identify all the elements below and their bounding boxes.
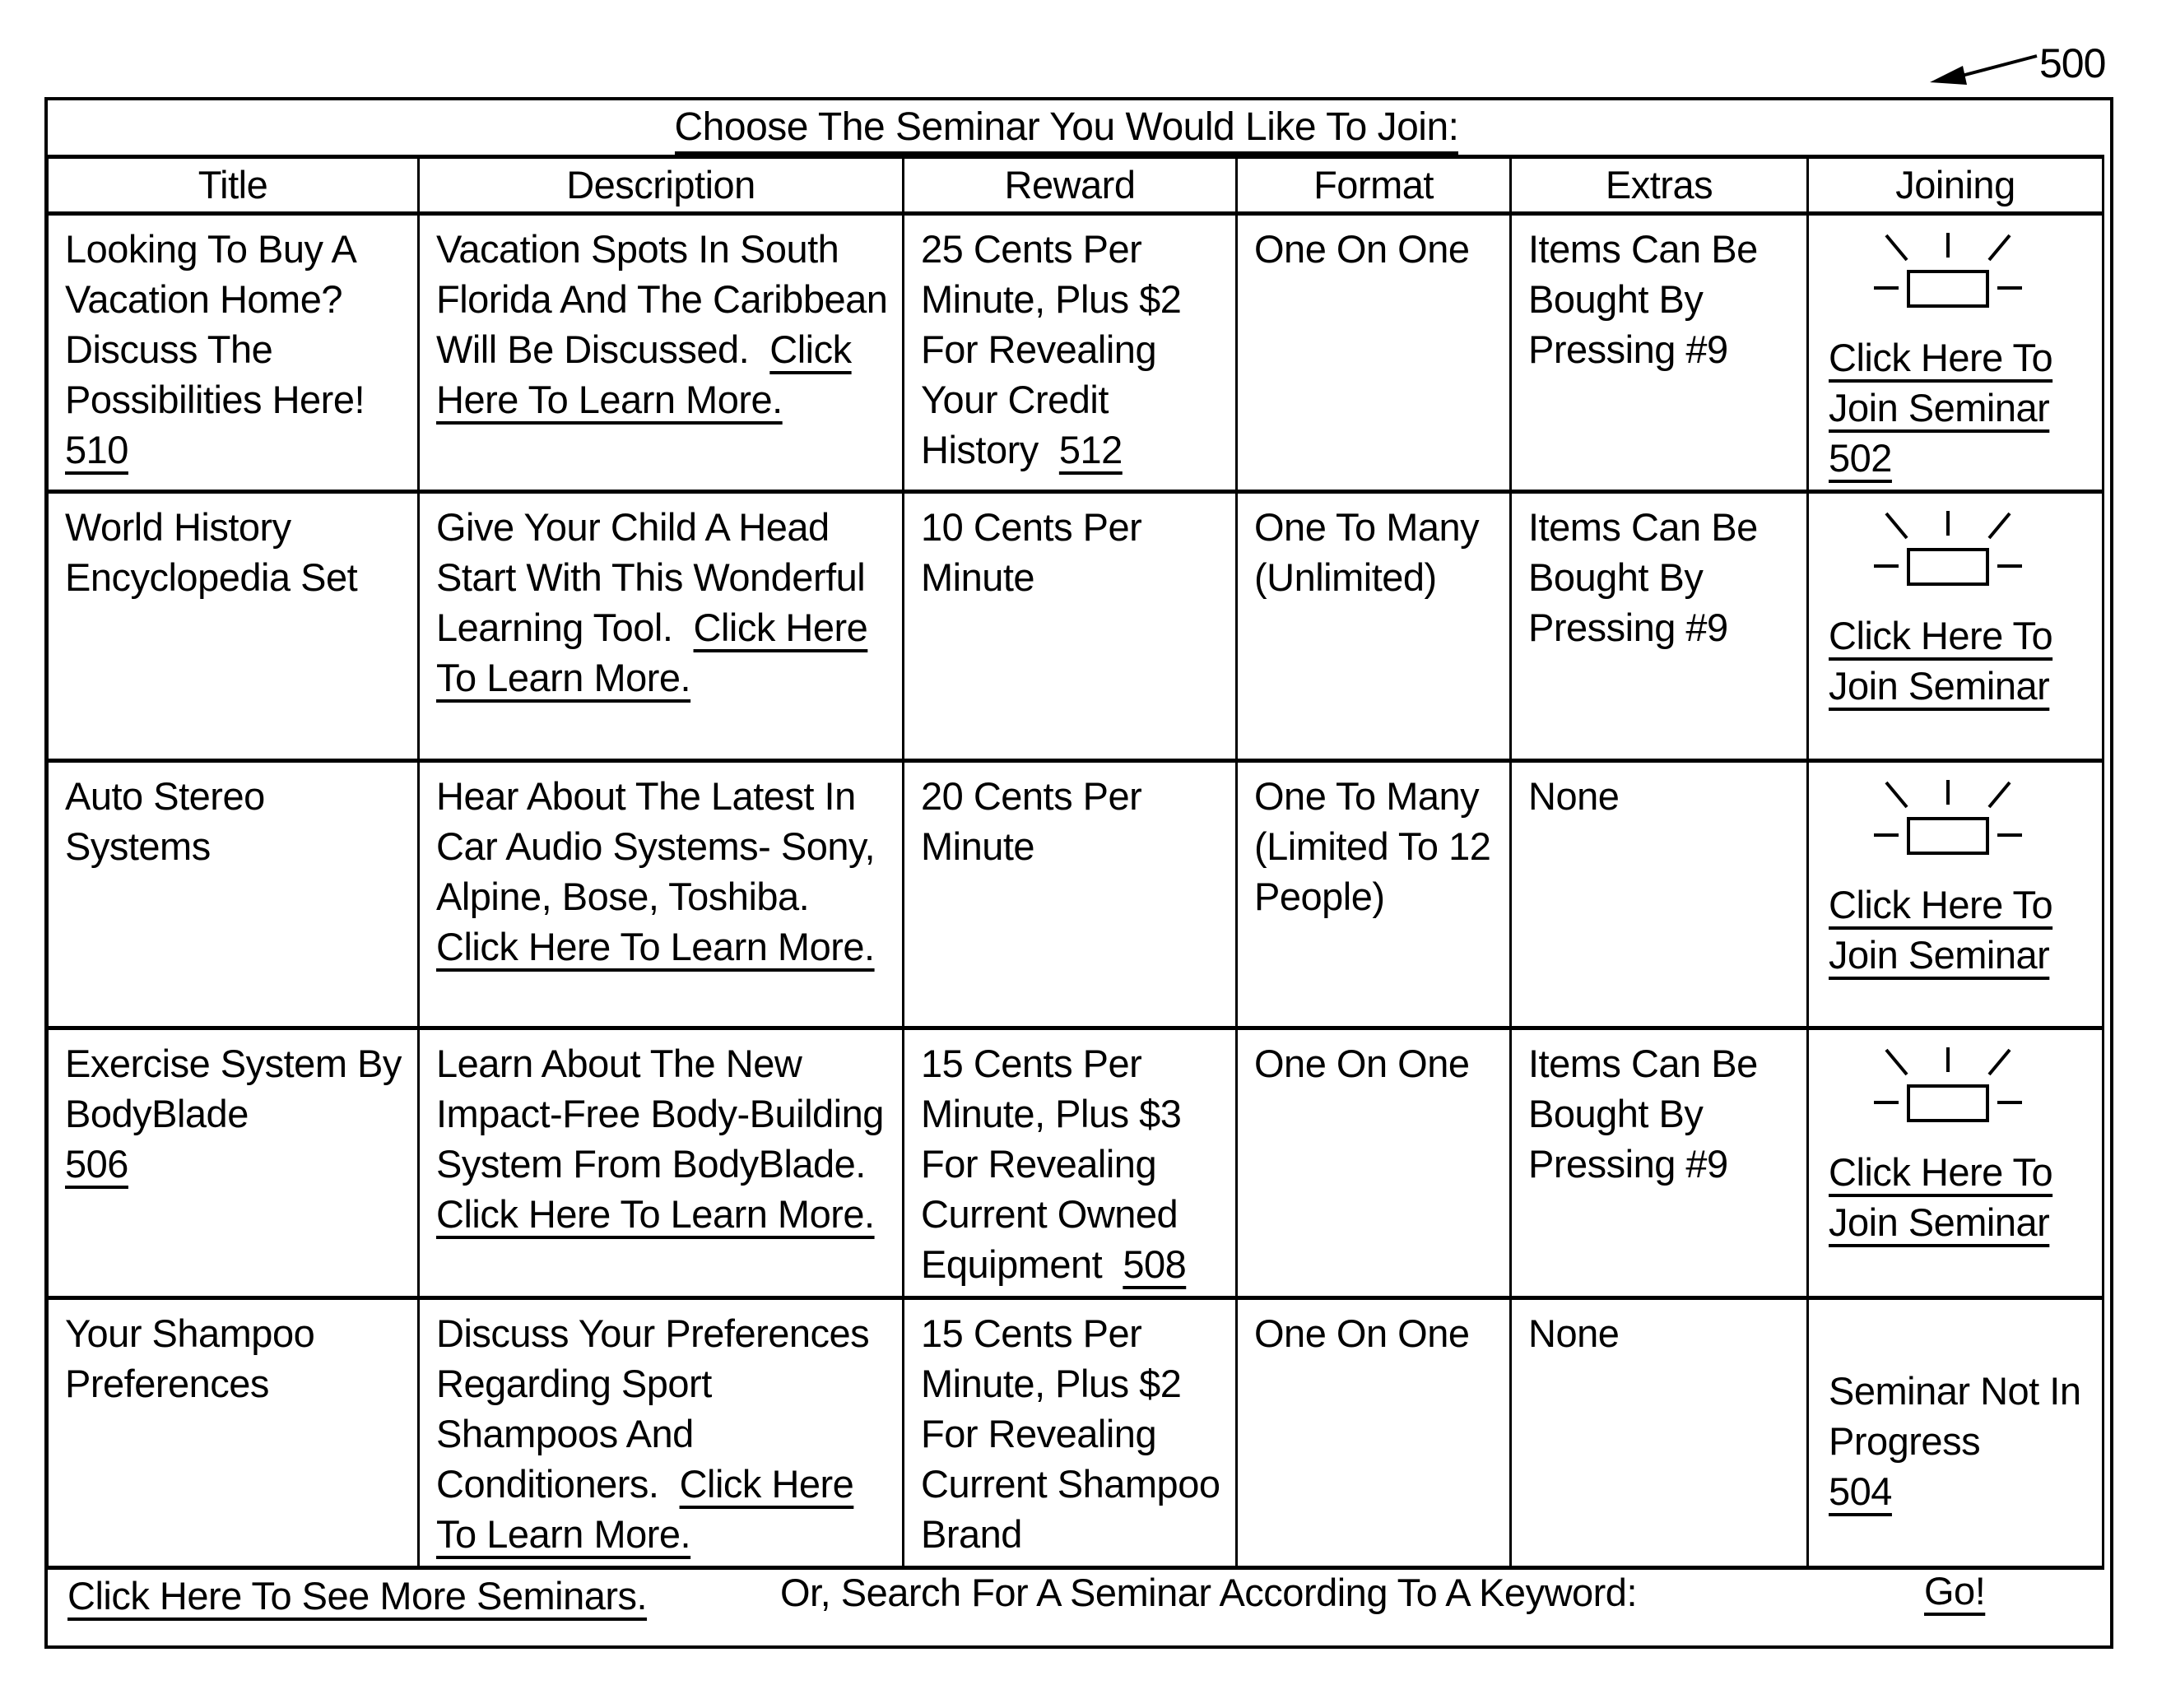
description-cell: Give Your Child A Head Start With This W… xyxy=(417,490,904,763)
reward-cell: 10 Cents Per Minute xyxy=(902,490,1238,763)
title-cell: Looking To Buy A Vacation Home? Discuss … xyxy=(46,212,420,494)
reward-reference-number: 508 xyxy=(1123,1242,1187,1286)
panel-footer: Click Here To See More Seminars. Or, Sea… xyxy=(48,1548,2110,1645)
column-header-title: Title xyxy=(46,155,420,216)
learn-more-link[interactable]: Click Here To Learn More. xyxy=(436,925,875,968)
join-seminar-link[interactable]: Click Here To Join Seminar xyxy=(1829,883,2053,977)
seminar-format: One On One xyxy=(1254,1042,1470,1085)
seminar-reward: 15 Cents Per Minute, Plus $2 For Reveali… xyxy=(921,1311,1220,1556)
reward-reference-number: 512 xyxy=(1058,428,1123,471)
signal-light-icon xyxy=(1874,780,2022,855)
seminar-table: Title Description Reward Format Extras J… xyxy=(46,155,2104,1570)
reward-cell: 15 Cents Per Minute, Plus $3 For Reveali… xyxy=(902,1027,1238,1300)
joining-reference-number: 502 xyxy=(1829,436,1892,480)
description-cell: Hear About The Latest In Car Audio Syste… xyxy=(417,759,904,1030)
extras-cell: None xyxy=(1509,1297,1809,1570)
format-cell: One To Many (Unlimited) xyxy=(1235,490,1512,763)
seminar-format: One On One xyxy=(1254,227,1470,271)
seminar-rows: Looking To Buy A Vacation Home? Discuss … xyxy=(46,212,2104,1570)
signal-light-icon xyxy=(1874,511,2022,586)
seminar-extras: Items Can Be Bought By Pressing #9 xyxy=(1528,227,1758,371)
extras-cell: Items Can Be Bought By Pressing #9 xyxy=(1509,490,1809,763)
seminar-reward: 25 Cents Per Minute, Plus $2 For Reveali… xyxy=(921,227,1182,471)
seminar-reward: 20 Cents Per Minute xyxy=(921,774,1142,868)
reward-cell: 15 Cents Per Minute, Plus $2 For Reveali… xyxy=(902,1297,1238,1570)
table-row: World History Encyclopedia Set Give Your… xyxy=(46,490,2104,763)
panel-heading: Choose The Seminar You Would Like To Joi… xyxy=(674,104,1459,155)
see-more-seminars-link[interactable]: Click Here To See More Seminars. xyxy=(67,1573,648,1618)
description-cell: Discuss Your Preferences Regarding Sport… xyxy=(417,1297,904,1570)
column-header-reward: Reward xyxy=(902,155,1238,216)
signal-light-icon xyxy=(1874,1047,2022,1122)
column-header-joining: Joining xyxy=(1806,155,2104,216)
seminar-status: Seminar Not In Progress xyxy=(1829,1369,2081,1463)
reward-cell: 20 Cents Per Minute xyxy=(902,759,1238,1030)
join-seminar-link[interactable]: Click Here To Join Seminar xyxy=(1829,1150,2053,1244)
joining-cell: Seminar Not In Progress 504 xyxy=(1806,1297,2104,1570)
title-cell: World History Encyclopedia Set xyxy=(46,490,420,763)
figure-reference-number: 500 xyxy=(2039,40,2106,86)
seminar-extras: None xyxy=(1528,1311,1620,1355)
description-cell: Vacation Spots In South Florida And The … xyxy=(417,212,904,494)
extras-cell: Items Can Be Bought By Pressing #9 xyxy=(1509,1027,1809,1300)
seminar-title: Exercise System By BodyBlade xyxy=(65,1042,402,1135)
title-cell: Exercise System By BodyBlade 506 xyxy=(46,1027,420,1300)
seminar-extras: None xyxy=(1528,774,1620,818)
column-header-extras: Extras xyxy=(1509,155,1809,216)
title-reference-number: 506 xyxy=(65,1142,128,1186)
table-row: Auto Stereo Systems Hear About The Lates… xyxy=(46,759,2104,1030)
table-row: Exercise System By BodyBlade 506 Learn A… xyxy=(46,1027,2104,1300)
reward-cell: 25 Cents Per Minute, Plus $2 For Reveali… xyxy=(902,212,1238,494)
description-cell: Learn About The New Impact-Free Body-Bui… xyxy=(417,1027,904,1300)
joining-cell: Click Here To Join Seminar xyxy=(1806,490,2104,763)
table-row: Looking To Buy A Vacation Home? Discuss … xyxy=(46,212,2104,494)
seminar-description: Learn About The New Impact-Free Body-Bui… xyxy=(436,1042,884,1186)
joining-cell: Click Here To Join Seminar xyxy=(1806,1027,2104,1300)
extras-cell: Items Can Be Bought By Pressing #9 xyxy=(1509,212,1809,494)
seminar-title: World History Encyclopedia Set xyxy=(65,505,358,599)
title-cell: Auto Stereo Systems xyxy=(46,759,420,1030)
seminar-title: Your Shampoo Preferences xyxy=(65,1311,315,1405)
go-button[interactable]: Go! xyxy=(1924,1568,1986,1613)
title-reference-number: 510 xyxy=(65,428,128,471)
seminar-format: One To Many (Limited To 12 People) xyxy=(1254,774,1491,918)
format-cell: One On One xyxy=(1235,212,1512,494)
seminar-selection-panel: Choose The Seminar You Would Like To Joi… xyxy=(44,97,2113,1649)
keyword-search-prompt: Or, Search For A Seminar According To A … xyxy=(780,1571,1638,1614)
seminar-title: Looking To Buy A Vacation Home? Discuss … xyxy=(65,227,365,421)
seminar-extras: Items Can Be Bought By Pressing #9 xyxy=(1528,1042,1758,1186)
extras-cell: None xyxy=(1509,759,1809,1030)
title-cell: Your Shampoo Preferences xyxy=(46,1297,420,1570)
learn-more-link[interactable]: Click Here To Learn More. xyxy=(436,1192,875,1236)
signal-light-icon xyxy=(1874,233,2022,308)
panel-heading-bar: Choose The Seminar You Would Like To Joi… xyxy=(48,100,2110,156)
seminar-description: Hear About The Latest In Car Audio Syste… xyxy=(436,774,876,918)
seminar-format: One On One xyxy=(1254,1311,1470,1355)
format-cell: One To Many (Limited To 12 People) xyxy=(1235,759,1512,1030)
join-seminar-link[interactable]: Click Here To Join Seminar xyxy=(1829,614,2053,708)
seminar-title: Auto Stereo Systems xyxy=(65,774,265,868)
table-header-row: Title Description Reward Format Extras J… xyxy=(46,155,2104,216)
reference-arrow-icon xyxy=(1930,54,2038,85)
seminar-extras: Items Can Be Bought By Pressing #9 xyxy=(1528,505,1758,649)
seminar-format: One To Many (Unlimited) xyxy=(1254,505,1480,599)
seminar-reward: 10 Cents Per Minute xyxy=(921,505,1142,599)
table-row: Your Shampoo Preferences Discuss Your Pr… xyxy=(46,1297,2104,1570)
joining-cell: Click Here To Join Seminar 502 xyxy=(1806,212,2104,494)
format-cell: One On One xyxy=(1235,1297,1512,1570)
joining-reference-number: 504 xyxy=(1829,1469,1892,1513)
joining-cell: Click Here To Join Seminar xyxy=(1806,759,2104,1030)
format-cell: One On One xyxy=(1235,1027,1512,1300)
column-header-description: Description xyxy=(417,155,904,216)
column-header-format: Format xyxy=(1235,155,1512,216)
join-seminar-link[interactable]: Click Here To Join Seminar xyxy=(1829,336,2053,429)
